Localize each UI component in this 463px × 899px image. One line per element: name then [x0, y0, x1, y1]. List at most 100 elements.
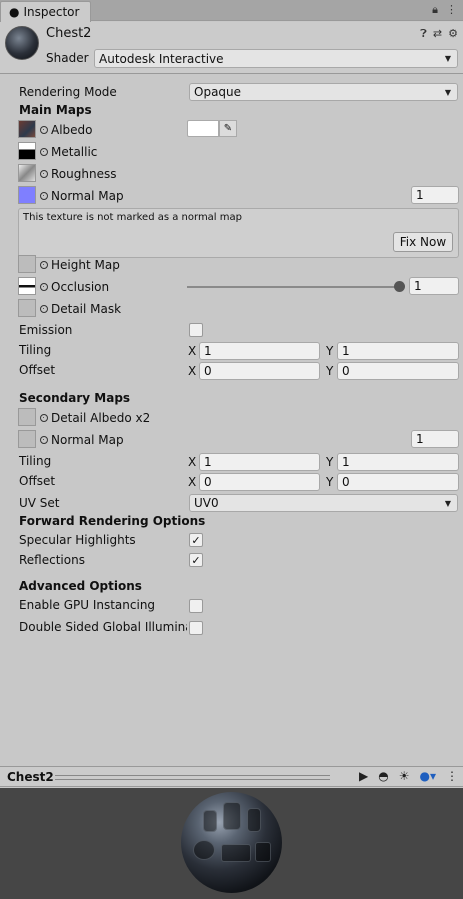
- metallic-row: Metallic: [40, 142, 97, 162]
- help-icon[interactable]: ❓︎: [420, 27, 427, 41]
- tiling-x-label: X: [188, 455, 197, 469]
- material-name: Chest2: [46, 26, 92, 41]
- reflections-checkbox[interactable]: ✓: [189, 553, 203, 567]
- secondary-tiling-x-field[interactable]: 1: [199, 453, 320, 471]
- emission-checkbox[interactable]: [189, 323, 203, 337]
- uv-set-value: UV0: [194, 496, 219, 510]
- object-picker-icon[interactable]: [40, 170, 48, 178]
- settings-icon[interactable]: ⚙: [448, 27, 458, 41]
- preview-icons: ▶ ◓ ☀ ●▾ ⋮: [359, 769, 458, 783]
- kebab-menu-icon[interactable]: ⋮: [446, 3, 457, 17]
- reflections-label: Reflections: [19, 553, 85, 567]
- secondary-offset-y-field[interactable]: 0: [337, 473, 459, 491]
- fix-now-button[interactable]: Fix Now: [393, 232, 453, 252]
- secondary-normal-map-texture-slot[interactable]: [18, 430, 36, 448]
- height-map-label: Height Map: [51, 258, 120, 272]
- detail-mask-texture-slot[interactable]: [18, 299, 36, 317]
- preset-icon[interactable]: ⇄: [433, 27, 442, 41]
- normal-map-texture-slot[interactable]: [18, 186, 36, 204]
- albedo-label: Albedo: [51, 123, 93, 137]
- material-properties: Rendering Mode Opaque ▼ Main Maps Albedo…: [0, 75, 463, 765]
- inspector-tab-bar: ● Inspector 🔒︎ ⋮: [0, 0, 463, 22]
- play-icon[interactable]: ▶: [359, 769, 368, 783]
- specular-highlights-label: Specular Highlights: [19, 533, 136, 547]
- background-sphere-icon[interactable]: ●▾: [420, 769, 437, 783]
- sphere-panel: [247, 808, 261, 832]
- secondary-normal-strength-field[interactable]: 1: [411, 430, 459, 448]
- sphere-panel: [255, 842, 271, 862]
- double-sided-gi-checkbox[interactable]: [189, 621, 203, 635]
- offset-x-label: X: [188, 475, 197, 489]
- tiling-x-label: X: [188, 344, 197, 358]
- occlusion-texture-slot[interactable]: [18, 277, 36, 295]
- normal-map-warning-box: This texture is not marked as a normal m…: [18, 208, 459, 258]
- metallic-texture-slot[interactable]: [18, 142, 36, 160]
- occlusion-slider-thumb[interactable]: [394, 281, 405, 292]
- secondary-offset-label: Offset: [19, 474, 56, 488]
- specular-highlights-checkbox[interactable]: ✓: [189, 533, 203, 547]
- preview-toolbar: Chest2 ▶ ◓ ☀ ●▾ ⋮: [0, 766, 463, 787]
- albedo-color-swatch[interactable]: [187, 120, 219, 137]
- occlusion-row: Occlusion: [40, 277, 109, 297]
- sphere-panel: [221, 844, 251, 862]
- detail-albedo-row: Detail Albedo x2: [40, 408, 150, 428]
- occlusion-slider-track[interactable]: [187, 286, 399, 288]
- sphere-mesh-icon[interactable]: ◓: [378, 769, 388, 783]
- main-tiling-label: Tiling: [19, 343, 52, 357]
- preview-title: Chest2: [7, 770, 54, 784]
- object-picker-icon[interactable]: [40, 261, 48, 269]
- secondary-maps-heading: Secondary Maps: [19, 391, 131, 405]
- roughness-texture-slot[interactable]: [18, 164, 36, 182]
- rendering-mode-dropdown[interactable]: Opaque ▼: [189, 83, 458, 101]
- inspector-icon: ●: [9, 5, 20, 19]
- main-offset-x-field[interactable]: 0: [199, 362, 320, 380]
- object-picker-icon[interactable]: [40, 436, 48, 444]
- eyedropper-icon[interactable]: ✎: [219, 120, 237, 137]
- normal-map-strength-field[interactable]: 1: [411, 186, 459, 204]
- uv-set-label: UV Set: [19, 496, 60, 510]
- tiling-y-label: Y: [326, 455, 334, 469]
- material-thumbnail[interactable]: [5, 26, 39, 60]
- tab-controls: 🔒︎ ⋮: [432, 3, 457, 17]
- detail-mask-label: Detail Mask: [51, 302, 122, 316]
- main-tiling-x-field[interactable]: 1: [199, 342, 320, 360]
- uv-set-dropdown[interactable]: UV0 ▼: [189, 494, 458, 512]
- emission-label: Emission: [19, 323, 73, 337]
- preview-sphere: [181, 792, 282, 893]
- material-preview[interactable]: [0, 788, 463, 899]
- warning-message: This texture is not marked as a normal m…: [23, 212, 242, 223]
- header-icons: ❓︎ ⇄ ⚙: [420, 27, 458, 41]
- forward-rendering-heading: Forward Rendering Options: [19, 514, 206, 528]
- albedo-row: Albedo: [40, 120, 93, 140]
- occlusion-strength-field[interactable]: 1: [409, 277, 459, 295]
- roughness-row: Roughness: [40, 164, 116, 184]
- gpu-instancing-checkbox[interactable]: [189, 599, 203, 613]
- detail-albedo-texture-slot[interactable]: [18, 408, 36, 426]
- lock-icon[interactable]: 🔒︎: [432, 3, 438, 17]
- secondary-tiling-y-field[interactable]: 1: [337, 453, 459, 471]
- object-picker-icon[interactable]: [40, 148, 48, 156]
- height-map-texture-slot[interactable]: [18, 255, 36, 273]
- object-picker-icon[interactable]: [40, 126, 48, 134]
- secondary-normal-map-label: Normal Map: [51, 433, 124, 447]
- albedo-texture-slot[interactable]: [18, 120, 36, 138]
- object-picker-icon[interactable]: [40, 414, 48, 422]
- object-picker-icon[interactable]: [40, 283, 48, 291]
- object-picker-icon[interactable]: [40, 305, 48, 313]
- checkmark-icon: ✓: [191, 533, 201, 547]
- double-sided-gi-label: Double Sided Global Illuminati: [19, 620, 187, 634]
- tab-inspector[interactable]: ● Inspector: [0, 1, 91, 22]
- rendering-mode-value: Opaque: [194, 85, 242, 99]
- main-offset-y-field[interactable]: 0: [337, 362, 459, 380]
- shader-dropdown[interactable]: Autodesk Interactive ▼: [94, 49, 458, 68]
- sphere-panel: [223, 802, 241, 830]
- main-tiling-y-field[interactable]: 1: [337, 342, 459, 360]
- object-picker-icon[interactable]: [40, 192, 48, 200]
- kebab-menu-icon[interactable]: ⋮: [446, 769, 458, 783]
- preview-resize-handle[interactable]: [55, 775, 330, 780]
- secondary-offset-x-field[interactable]: 0: [199, 473, 320, 491]
- gpu-instancing-label: Enable GPU Instancing: [19, 598, 156, 612]
- shader-label: Shader: [46, 51, 89, 65]
- lighting-icon[interactable]: ☀: [399, 769, 410, 783]
- chevron-down-icon: ▼: [444, 87, 451, 97]
